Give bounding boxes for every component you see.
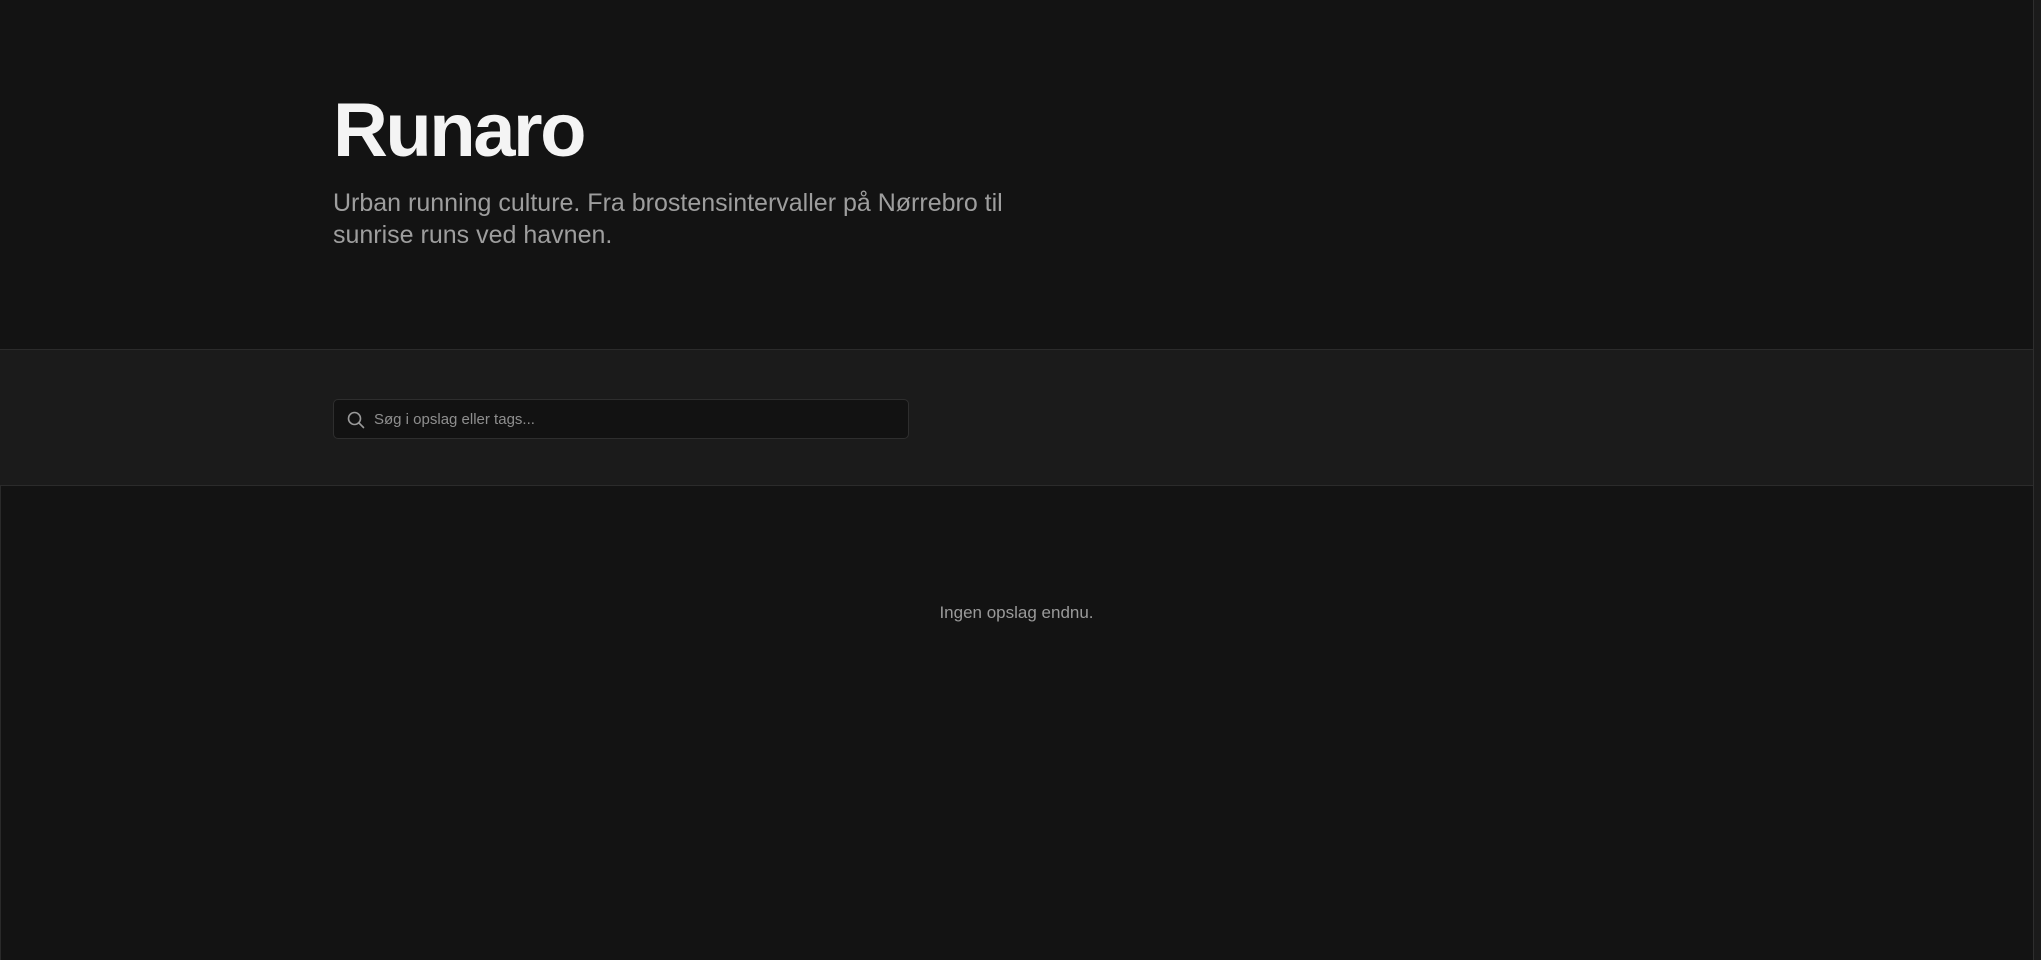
search-section [0, 349, 2033, 486]
site-title: Runaro [333, 88, 587, 173]
search-icon [346, 410, 366, 430]
search-box[interactable] [333, 399, 909, 439]
scrollbar-track[interactable] [2033, 0, 2041, 960]
site-tagline: Urban running culture. Fra brostensinter… [333, 189, 1003, 249]
search-input[interactable] [374, 400, 894, 438]
hero-header: Runaro Urban running culture. Fra broste… [0, 0, 2033, 349]
empty-state-message: Ingen opslag endnu. [939, 603, 1094, 622]
page: Runaro Urban running culture. Fra broste… [0, 0, 2041, 960]
